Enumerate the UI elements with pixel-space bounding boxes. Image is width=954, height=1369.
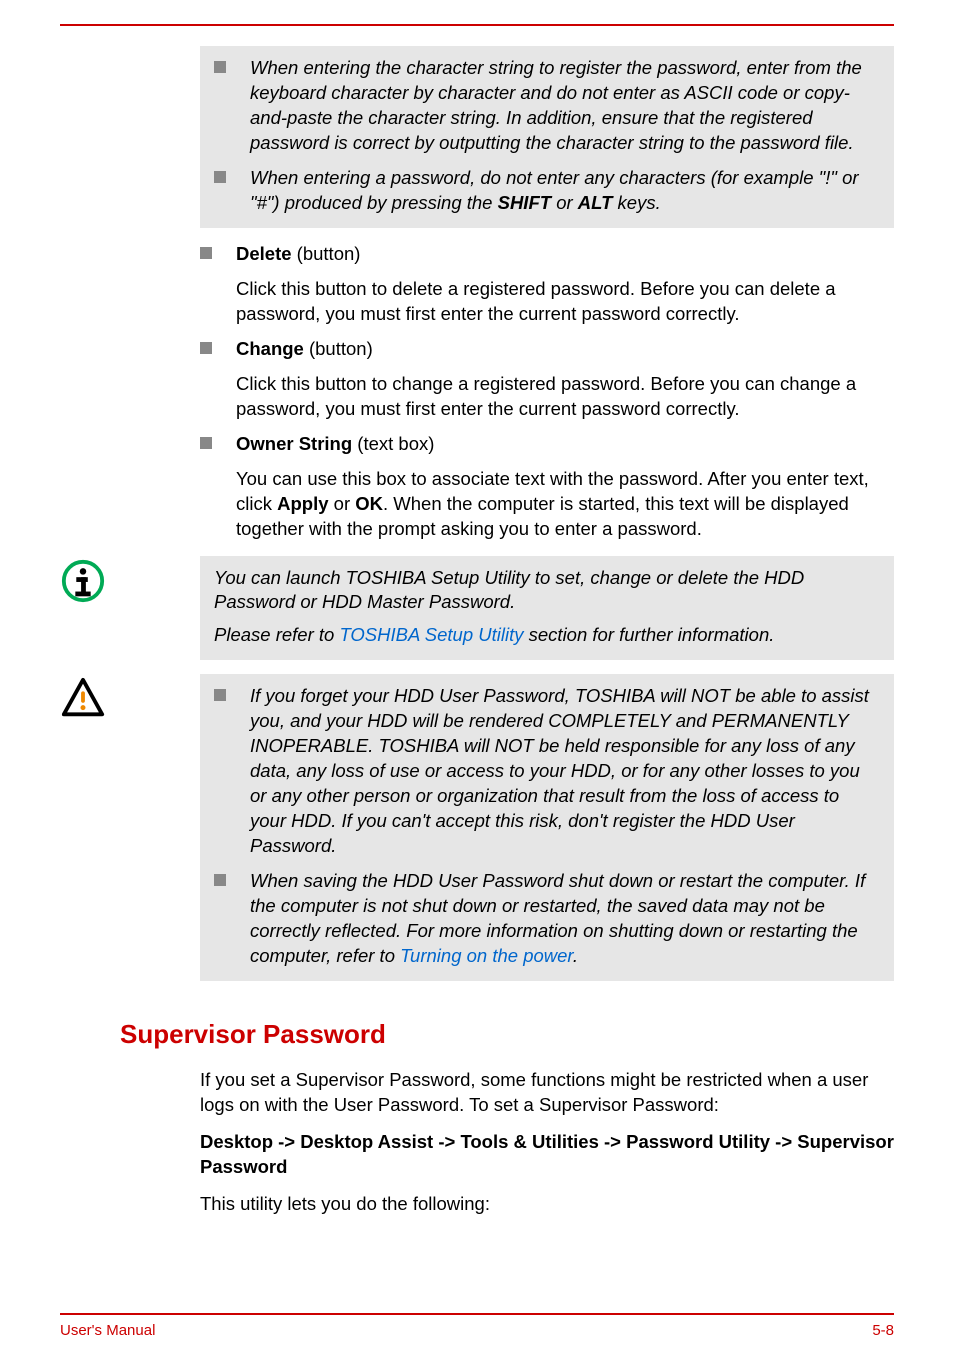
definition-delete: Delete (button) [236, 242, 894, 267]
term-title: Owner String [236, 433, 352, 454]
link-turning-on-power[interactable]: Turning on the power [400, 945, 573, 966]
text-fragment: or [551, 192, 578, 213]
button-name-ok: OK [355, 493, 383, 514]
warning-callout: If you forget your HDD User Password, TO… [60, 674, 894, 981]
definition-delete-desc: Click this button to delete a registered… [236, 277, 894, 327]
definition-owner-desc: You can use this box to associate text w… [236, 467, 894, 542]
term-type: (button) [304, 338, 373, 359]
definition-change-desc: Click this button to change a registered… [236, 372, 894, 422]
bullet-icon [214, 171, 226, 183]
key-alt: ALT [578, 192, 613, 213]
info-line-2: Please refer to TOSHIBA Setup Utility se… [214, 623, 880, 648]
term-title: Change [236, 338, 304, 359]
text-fragment: Please refer to [214, 624, 339, 645]
text-fragment: keys. [612, 192, 660, 213]
term-type: (text box) [352, 433, 434, 454]
note-text-2: When entering a password, do not enter a… [250, 166, 880, 216]
supervisor-path: Desktop -> Desktop Assist -> Tools & Uti… [200, 1130, 894, 1180]
definition-list: Delete (button) Click this button to del… [200, 242, 894, 542]
term-type: (button) [292, 243, 361, 264]
footer-right: 5-8 [872, 1321, 894, 1341]
heading-supervisor-password: Supervisor Password [120, 1017, 894, 1052]
text-fragment: . [573, 945, 578, 966]
page-footer: User's Manual 5-8 [60, 1313, 894, 1341]
definition-change: Change (button) [236, 337, 894, 362]
text-fragment: or [329, 493, 356, 514]
key-shift: SHIFT [498, 192, 551, 213]
warning-text-2: When saving the HDD User Password shut d… [250, 869, 880, 969]
info-callout: You can launch TOSHIBA Setup Utility to … [60, 556, 894, 661]
note-text-1: When entering the character string to re… [250, 56, 880, 156]
definition-owner-string: Owner String (text box) [236, 432, 894, 457]
bullet-icon [200, 247, 212, 259]
button-name-apply: Apply [277, 493, 328, 514]
note-box-password-entry: When entering the character string to re… [200, 46, 894, 228]
supervisor-p3: This utility lets you do the following: [200, 1192, 894, 1217]
bullet-icon [214, 874, 226, 886]
warning-icon [60, 676, 106, 722]
link-toshiba-setup-utility[interactable]: TOSHIBA Setup Utility [339, 624, 523, 645]
bullet-icon [200, 437, 212, 449]
warning-text-1: If you forget your HDD User Password, TO… [250, 684, 880, 859]
bullet-icon [214, 61, 226, 73]
bullet-icon [200, 342, 212, 354]
bullet-icon [214, 689, 226, 701]
supervisor-p1: If you set a Supervisor Password, some f… [200, 1068, 894, 1118]
footer-left: User's Manual [60, 1321, 155, 1341]
info-icon [60, 558, 106, 604]
text-fragment: section for further information. [524, 624, 775, 645]
term-title: Delete [236, 243, 292, 264]
info-line-1: You can launch TOSHIBA Setup Utility to … [214, 566, 880, 616]
